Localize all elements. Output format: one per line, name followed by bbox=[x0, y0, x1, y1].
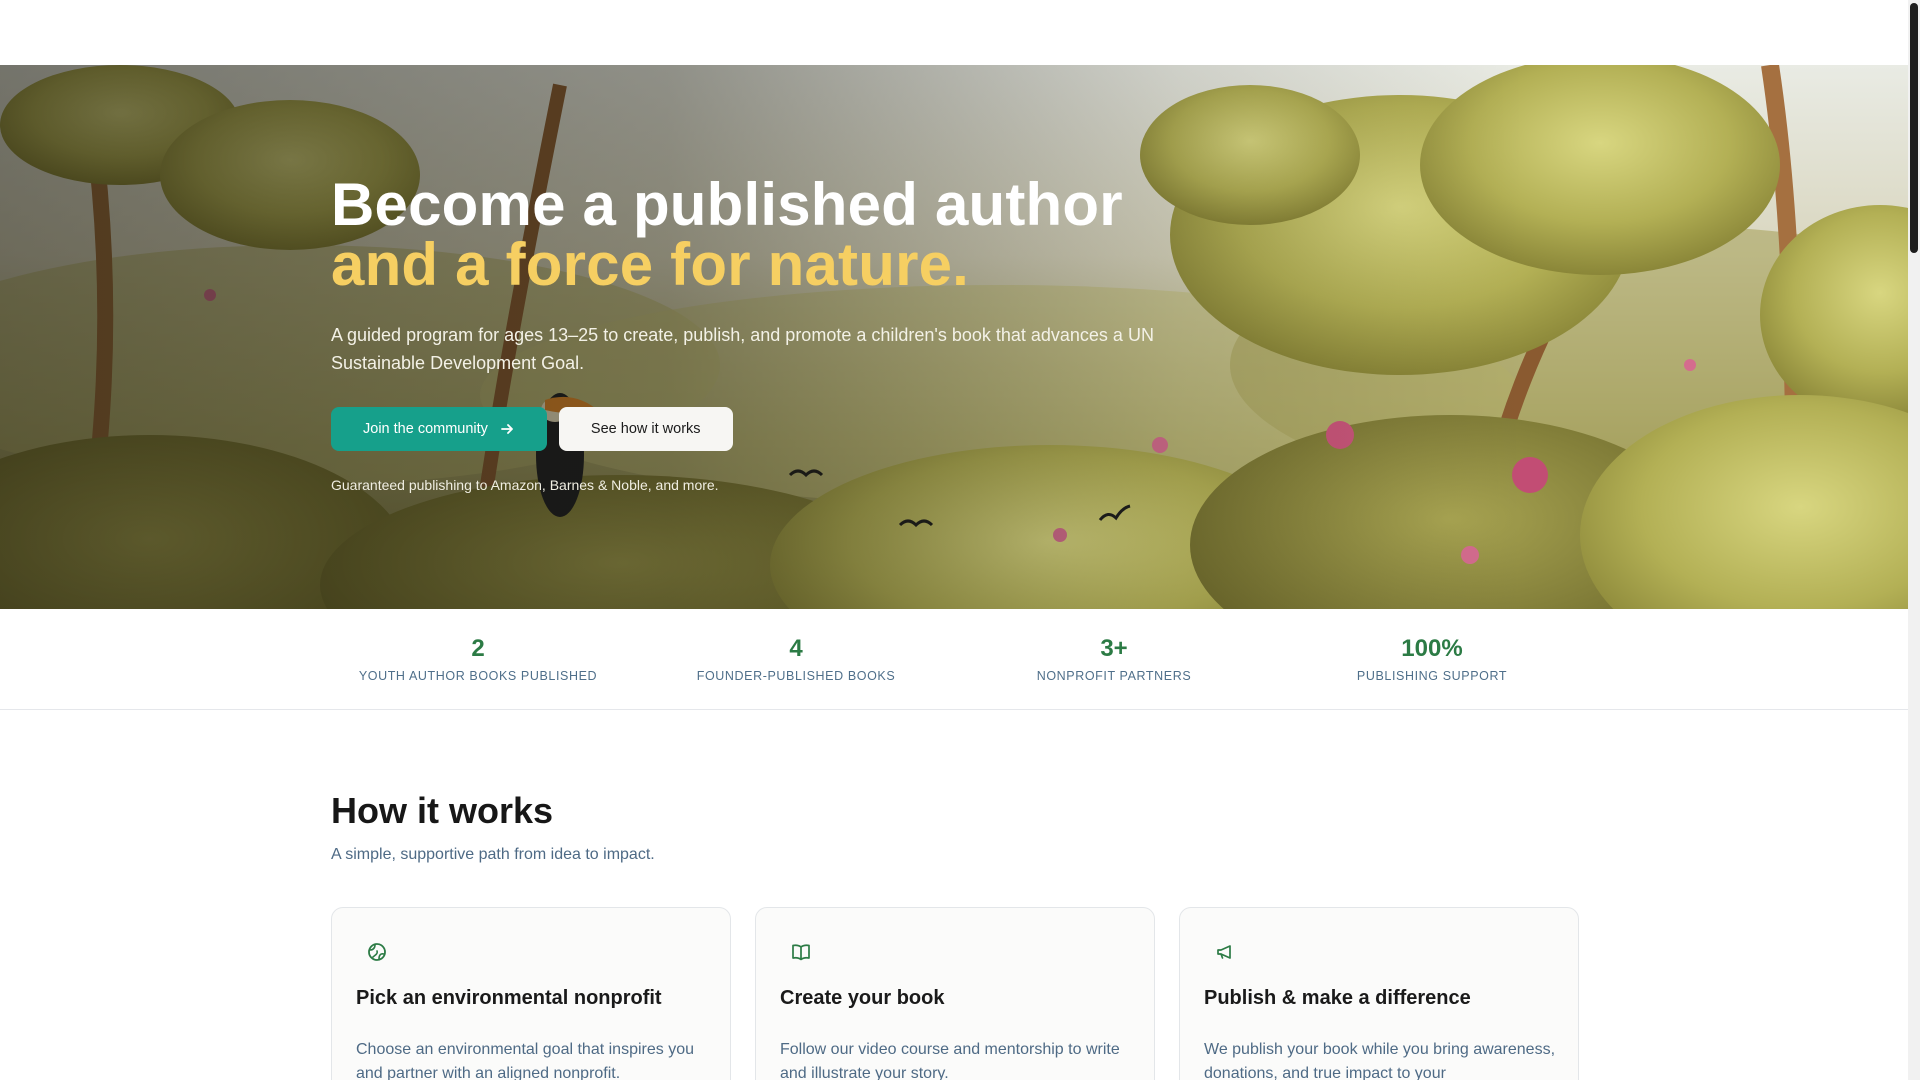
stat-item: 3+ NONPROFIT PARTNERS bbox=[954, 635, 1274, 683]
step-card-title: Publish & make a difference bbox=[1204, 987, 1471, 1009]
see-how-it-works-button-label: See how it works bbox=[590, 421, 701, 437]
stat-value: 4 bbox=[789, 635, 803, 662]
section-title: How it works bbox=[331, 790, 554, 831]
megaphone-icon bbox=[1217, 945, 1231, 959]
step-card-text: We publish your book while you bring awa… bbox=[1204, 1041, 1556, 1080]
scrollbar-thumb[interactable] bbox=[1910, 3, 1918, 253]
stat-label: NONPROFIT PARTNERS bbox=[1036, 669, 1192, 683]
stats-bar: 2 YOUTH AUTHOR BOOKS PUBLISHED 4 FOUNDER… bbox=[0, 609, 1908, 710]
hero-lead: A guided program for ages 13–25 to creat… bbox=[331, 325, 1154, 373]
hero-title: Become a published author and a force fo… bbox=[331, 175, 1211, 295]
hero-title-line-2: and a force for nature. bbox=[331, 231, 970, 298]
stat-label: FOUNDER-PUBLISHED BOOKS bbox=[696, 669, 896, 683]
join-community-button-label: Join the community bbox=[363, 421, 488, 437]
stat-label: YOUTH AUTHOR BOOKS PUBLISHED bbox=[358, 669, 598, 683]
step-card-text: Choose an environmental goal that inspir… bbox=[356, 1041, 694, 1080]
globe-icon bbox=[368, 943, 386, 961]
stat-value: 100% bbox=[1401, 635, 1463, 662]
step-card-pick-nonprofit: Pick an environmental nonprofit Choose a… bbox=[331, 907, 731, 1080]
step-card-create-book: Create your book Follow our video course… bbox=[755, 907, 1155, 1080]
hero-actions: Join the community See how it works bbox=[331, 407, 1211, 451]
see-how-it-works-button[interactable]: See how it works bbox=[558, 407, 733, 451]
stat-label: PUBLISHING SUPPORT bbox=[1356, 669, 1508, 683]
arrow-right-icon bbox=[501, 424, 513, 434]
hero-section: Become a published author and a force fo… bbox=[0, 65, 1908, 609]
join-community-button[interactable]: Join the community bbox=[331, 407, 547, 451]
step-card-title: Create your book bbox=[780, 987, 945, 1009]
book-open-icon bbox=[792, 944, 810, 961]
stat-item: 4 FOUNDER-PUBLISHED BOOKS bbox=[636, 635, 956, 683]
how-it-works-section: How it works A simple, supportive path f… bbox=[331, 790, 1581, 864]
hero-title-line-1: Become a published author bbox=[331, 171, 1123, 238]
page-scrollbar[interactable] bbox=[1908, 0, 1920, 1080]
top-navigation-bar bbox=[0, 0, 1908, 65]
publishing-guarantee-note: Guaranteed publishing to Amazon, Barnes … bbox=[331, 477, 719, 493]
steps-cards: Pick an environmental nonprofit Choose a… bbox=[331, 907, 1581, 1080]
page: Become a published author and a force fo… bbox=[0, 0, 1908, 1080]
section-subtitle: A simple, supportive path from idea to i… bbox=[331, 846, 655, 863]
step-card-text: Follow our video course and mentorship t… bbox=[780, 1041, 1120, 1080]
stat-value: 2 bbox=[471, 635, 485, 662]
stat-item: 100% PUBLISHING SUPPORT bbox=[1272, 635, 1592, 683]
hero-content: Become a published author and a force fo… bbox=[331, 175, 1211, 493]
step-card-publish: Publish & make a difference We publish y… bbox=[1179, 907, 1579, 1080]
stat-value: 3+ bbox=[1100, 635, 1128, 662]
stat-item: 2 YOUTH AUTHOR BOOKS PUBLISHED bbox=[318, 635, 638, 683]
step-card-title: Pick an environmental nonprofit bbox=[356, 987, 662, 1009]
